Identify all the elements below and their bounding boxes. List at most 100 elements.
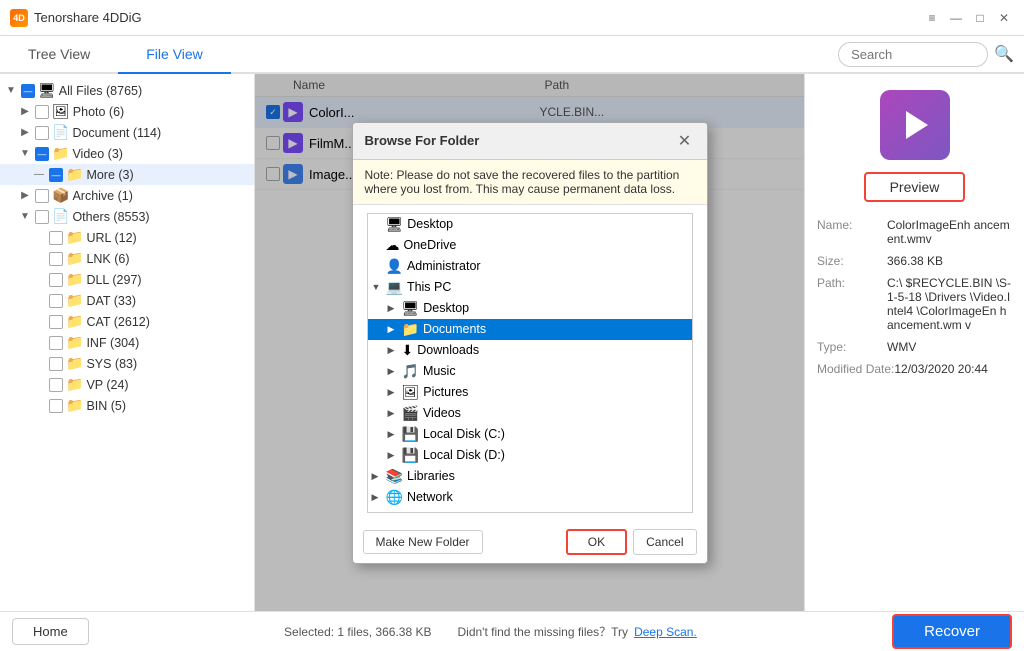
maximize-btn[interactable]: □ [970,8,990,28]
name-value: ColorImageEnh ancement.wmv [887,218,1012,246]
minimize-btn[interactable]: — [946,8,966,28]
recover-button[interactable]: Recover [892,614,1012,649]
folder-arrow: ▼ [372,282,386,292]
dat-label: DAT (33) [86,294,136,308]
tab-file-view[interactable]: File View [118,36,231,74]
checkbox-vp[interactable] [49,378,63,392]
pictures-icon: 🖼 [402,384,420,401]
checkbox-dll[interactable] [49,273,63,287]
folder-row-libraries[interactable]: ▶ 📚 Libraries [368,466,692,487]
folder-arrow: ▶ [388,366,402,377]
folder-label: Desktop [423,301,469,315]
folder-row-network[interactable]: ▶ 🌐 Network [368,487,692,508]
sidebar-item-document[interactable]: ▶ 📄 Document (114) [0,122,254,143]
document-icon: 📄 [52,124,69,141]
tab-tree-view[interactable]: Tree View [0,36,118,74]
music-icon: 🎵 [402,363,419,380]
modified-value: 12/03/2020 20:44 [894,362,987,376]
dll-icon: 📁 [66,271,83,288]
folder-row-videos[interactable]: ▶ 🎬 Videos [368,403,692,424]
sidebar-item-vp[interactable]: 📁 VP (24) [0,374,254,395]
folder-tree[interactable]: 🖥 Desktop ☁ OneDrive 👤 [367,213,693,513]
folder-row-local-d[interactable]: ▶ 💾 Local Disk (D:) [368,445,692,466]
sidebar-item-photo[interactable]: ▶ 🖼 Photo (6) [0,101,254,122]
sys-icon: 📁 [66,355,83,372]
videos-icon: 🎬 [402,405,419,422]
folder-row-downloads[interactable]: ▶ ⬇ Downloads [368,340,692,361]
archive-icon: 📦 [52,187,69,204]
modal-close-button[interactable]: ✕ [675,131,695,151]
close-btn[interactable]: ✕ [994,8,1014,28]
search-icon[interactable]: 🔍 [994,44,1014,64]
folder-row-onedrive[interactable]: ☁ OneDrive [368,235,692,256]
sidebar-item-bin[interactable]: 📁 BIN (5) [0,395,254,416]
checkbox-inf[interactable] [49,336,63,350]
folder-row-administrator[interactable]: 👤 Administrator [368,256,692,277]
modal-cancel-button[interactable]: Cancel [633,529,696,555]
search-input[interactable] [838,42,988,67]
info-row-path: Path: C:\ $RECYCLE.BIN \S-1-5-18 \Driver… [817,276,1012,332]
sidebar-item-dat[interactable]: 📁 DAT (33) [0,290,254,311]
folder-label: Local Disk (D:) [423,448,505,462]
checkbox-more[interactable]: — [49,168,63,182]
modal-ok-button[interactable]: OK [566,529,627,555]
folder-row-local-c[interactable]: ▶ 💾 Local Disk (C:) [368,424,692,445]
make-new-folder-button[interactable]: Make New Folder [363,530,483,554]
folder-label: Local Disk (C:) [423,427,505,441]
photo-label: Photo (6) [73,105,124,119]
folder-row-control-panel[interactable]: ▶ ⚙ Control Panel [368,508,692,513]
sidebar-item-inf[interactable]: 📁 INF (304) [0,332,254,353]
checkbox-others[interactable] [35,210,49,224]
sidebar-item-archive[interactable]: ▶ 📦 Archive (1) [0,185,254,206]
sidebar-item-more[interactable]: — — 📁 More (3) [0,164,254,185]
modified-label: Modified Date: [817,362,894,376]
checkbox-all-files[interactable]: — [21,84,35,98]
sidebar-item-all-files[interactable]: ▼ — 🖥 All Files (8765) [0,80,254,101]
desktop-icon: 🖥 [386,216,404,233]
sidebar-item-cat[interactable]: 📁 CAT (2612) [0,311,254,332]
checkbox-url[interactable] [49,231,63,245]
checkbox-bin[interactable] [49,399,63,413]
onedrive-icon: ☁ [386,237,400,254]
deep-scan-link[interactable]: Deep Scan. [634,625,697,639]
checkbox-sys[interactable] [49,357,63,371]
checkbox-video[interactable]: — [35,147,49,161]
folder-row-music[interactable]: ▶ 🎵 Music [368,361,692,382]
folder-row-desktop-top[interactable]: 🖥 Desktop [368,214,692,235]
play-icon [906,111,928,139]
checkbox-photo[interactable] [35,105,49,119]
dat-icon: 📁 [66,292,83,309]
arrow-icon: ▶ [18,106,32,117]
titlebar-controls: ≡ — □ ✕ [922,8,1014,28]
folder-row-this-pc[interactable]: ▼ 💻 This PC [368,277,692,298]
disk-d-icon: 💾 [402,447,419,464]
checkbox-dat[interactable] [49,294,63,308]
menu-btn[interactable]: ≡ [922,8,942,28]
type-value: WMV [887,340,916,354]
lnk-icon: 📁 [66,250,83,267]
more-label: More (3) [86,168,133,182]
browse-folder-modal: Browse For Folder ✕ Note: Please do not … [352,122,708,564]
sidebar-item-video[interactable]: ▼ — 📁 Video (3) [0,143,254,164]
all-files-icon: 🖥 [38,82,56,99]
photo-icon: 🖼 [52,103,70,120]
file-info: Name: ColorImageEnh ancement.wmv Size: 3… [817,218,1012,384]
arrow-icon: ▼ [18,211,32,222]
home-button[interactable]: Home [12,618,89,645]
sidebar-item-others[interactable]: ▼ 📄 Others (8553) [0,206,254,227]
checkbox-archive[interactable] [35,189,49,203]
checkbox-lnk[interactable] [49,252,63,266]
checkbox-document[interactable] [35,126,49,140]
preview-button[interactable]: Preview [864,172,966,202]
folder-arrow: ▶ [388,345,402,356]
titlebar-left: 4D Tenorshare 4DDiG [10,9,142,27]
folder-row-desktop-pc[interactable]: ▶ 🖥 Desktop [368,298,692,319]
sidebar-item-url[interactable]: 📁 URL (12) [0,227,254,248]
folder-row-documents[interactable]: ▶ 📁 Documents [368,319,692,340]
folder-row-pictures[interactable]: ▶ 🖼 Pictures [368,382,692,403]
sidebar-item-sys[interactable]: 📁 SYS (83) [0,353,254,374]
sidebar-item-lnk[interactable]: 📁 LNK (6) [0,248,254,269]
info-row-type: Type: WMV [817,340,1012,354]
sidebar-item-dll[interactable]: 📁 DLL (297) [0,269,254,290]
checkbox-cat[interactable] [49,315,63,329]
